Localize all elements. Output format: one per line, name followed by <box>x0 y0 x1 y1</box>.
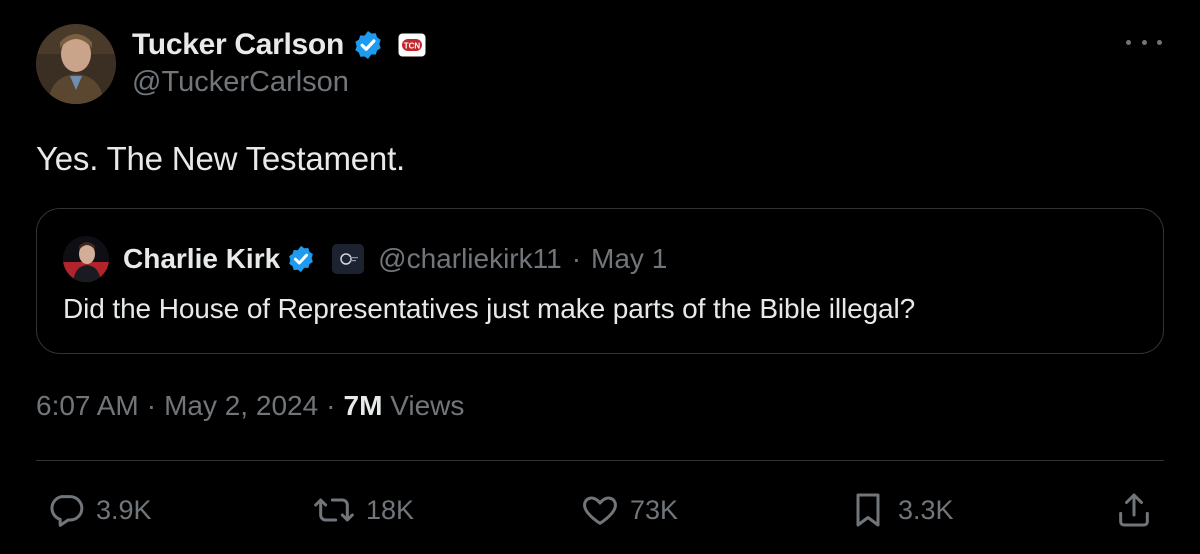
more-dot <box>1157 39 1162 45</box>
verified-badge-icon[interactable] <box>286 244 316 274</box>
quoted-author-name[interactable]: Charlie Kirk <box>123 243 280 275</box>
author-handle[interactable]: @TuckerCarlson <box>132 66 349 99</box>
bookmark-icon <box>848 490 888 530</box>
quoted-affiliate-icon[interactable] <box>332 244 365 274</box>
quoted-separator: · <box>571 243 582 274</box>
reply-icon <box>46 490 86 530</box>
author-name-row: Tucker Carlson TCN <box>132 26 426 64</box>
more-dot <box>1126 39 1131 45</box>
share-icon <box>1114 490 1154 530</box>
bookmark-count: 3.3K <box>898 494 954 525</box>
meta-separator: · <box>146 390 157 421</box>
repost-icon <box>312 490 356 530</box>
quoted-tweet[interactable]: Charlie Kirk @charliekirk11 · May 1 Did … <box>36 208 1164 354</box>
repost-button[interactable]: 18K <box>312 488 414 532</box>
reply-count: 3.9K <box>96 494 152 525</box>
quoted-tweet-header: Charlie Kirk @charliekirk11 · May 1 <box>63 236 667 282</box>
verified-badge-icon[interactable] <box>352 29 384 61</box>
quoted-author-avatar[interactable] <box>63 236 109 282</box>
tweet-time[interactable]: 6:07 AM <box>36 390 139 422</box>
reply-button[interactable]: 3.9K <box>46 488 152 532</box>
avatar-image <box>36 24 116 104</box>
more-icon[interactable] <box>1126 30 1162 54</box>
share-button[interactable] <box>1114 488 1154 532</box>
author-name[interactable]: Tucker Carlson <box>132 28 344 62</box>
views-count[interactable]: 7M <box>344 390 383 421</box>
like-button[interactable]: 73K <box>580 488 678 532</box>
heart-icon <box>580 490 620 530</box>
more-dot <box>1141 39 1147 45</box>
tweet-text: Yes. The New Testament. <box>36 140 406 177</box>
bookmark-button[interactable]: 3.3K <box>848 488 954 532</box>
affiliate-badge-text: TCN <box>404 42 421 51</box>
views-label: Views <box>390 390 465 421</box>
meta-separator: · <box>326 390 336 421</box>
tweet-meta: 6:07 AM · May 2, 2024 · 7M Views <box>36 390 464 422</box>
affiliate-badge-icon[interactable]: TCN <box>398 33 426 57</box>
author-avatar[interactable] <box>36 24 116 104</box>
quoted-author-handle[interactable]: @charliekirk11 <box>378 243 562 275</box>
tweet-date[interactable]: May 2, 2024 <box>164 390 318 422</box>
repost-count: 18K <box>366 494 415 525</box>
like-count: 73K <box>630 494 679 525</box>
quoted-tweet-text: Did the House of Representatives just ma… <box>63 293 916 324</box>
quoted-date[interactable]: May 1 <box>591 243 667 275</box>
divider <box>36 460 1164 461</box>
